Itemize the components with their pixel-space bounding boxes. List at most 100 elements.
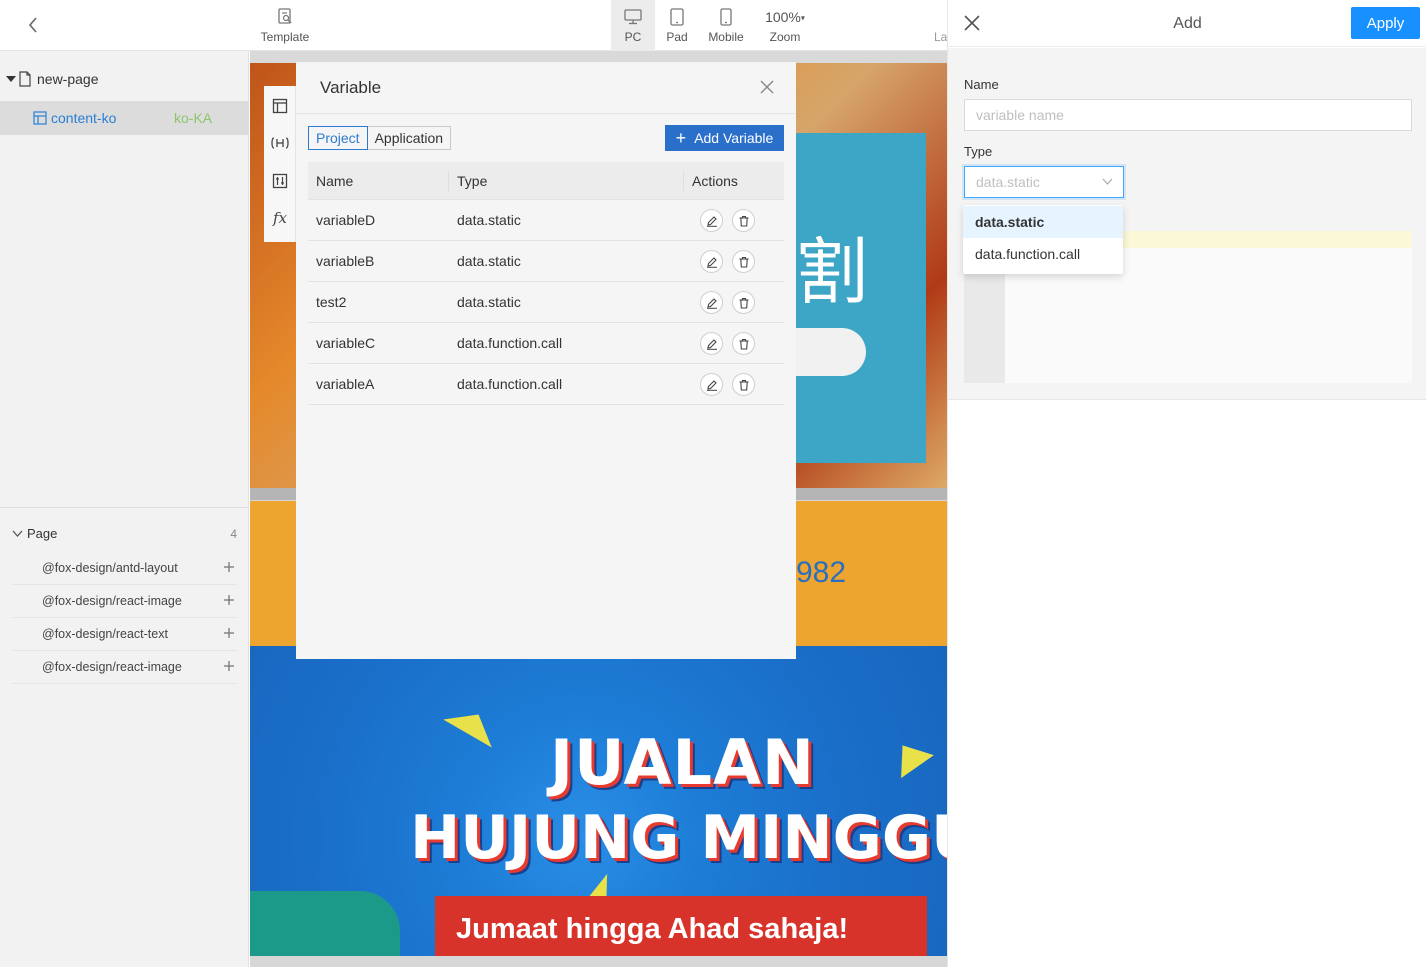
pad-label: Pad xyxy=(666,30,688,44)
scope-tabs: Project Application xyxy=(308,126,452,150)
tree-node-content-ko[interactable]: content-ko ko-KA xyxy=(0,101,249,135)
add-variable-button[interactable]: + Add Variable xyxy=(665,125,784,151)
variable-modal: Variable Project Application + Add Varia… xyxy=(296,62,796,659)
column-header-type: Type xyxy=(457,172,488,189)
layout-icon xyxy=(272,98,288,114)
name-field-label: Name xyxy=(964,77,999,92)
variable-table: Name Type Actions variableD data.static … xyxy=(308,162,784,405)
library-item[interactable]: @fox-design/react-image xyxy=(12,585,237,618)
template-label: Template xyxy=(260,30,310,44)
plus-icon[interactable] xyxy=(223,660,235,672)
variable-tool-button[interactable] xyxy=(268,131,292,155)
table-header-row: Name Type Actions xyxy=(308,162,784,200)
side-tool-strip: fx xyxy=(264,86,296,242)
close-icon[interactable] xyxy=(963,14,981,32)
plus-icon[interactable] xyxy=(223,627,235,639)
canvas-bottom-scrollbar[interactable] xyxy=(250,956,947,967)
apply-button[interactable]: Apply xyxy=(1351,7,1420,39)
variable-modal-title: Variable xyxy=(320,77,382,97)
chevron-down-icon xyxy=(12,530,23,537)
device-mobile-button[interactable]: Mobile xyxy=(702,0,750,51)
tablet-icon xyxy=(670,7,684,27)
variable-name-input[interactable] xyxy=(964,99,1412,131)
drawer-header: Add Apply xyxy=(948,0,1426,47)
settings-tool-button[interactable] xyxy=(268,169,292,193)
device-pad-button[interactable]: Pad xyxy=(656,0,698,51)
pencil-icon xyxy=(706,297,717,309)
table-row: variableD data.static xyxy=(308,200,784,241)
column-header-actions: Actions xyxy=(692,172,738,189)
library-section-label: Page xyxy=(27,526,58,541)
trash-icon xyxy=(739,338,748,350)
variable-name-cell: variableD xyxy=(316,212,376,228)
delete-button[interactable] xyxy=(732,209,755,232)
chevron-down-icon xyxy=(1102,178,1113,185)
caret-down-icon xyxy=(6,76,16,82)
close-icon[interactable] xyxy=(758,78,776,96)
tab-application[interactable]: Application xyxy=(367,126,452,150)
template-button[interactable]: Template xyxy=(250,0,320,51)
delete-button[interactable] xyxy=(732,250,755,273)
plus-icon[interactable] xyxy=(223,561,235,573)
library-item[interactable]: @fox-design/react-image xyxy=(12,651,237,684)
locale-badge: ko-KA xyxy=(174,110,213,126)
variable-name-cell: test2 xyxy=(316,294,347,310)
type-dropdown-menu: data.static data.function.call xyxy=(963,205,1123,274)
type-select[interactable]: data.static xyxy=(964,166,1124,198)
layout-tool-button[interactable] xyxy=(268,94,292,118)
pencil-icon xyxy=(706,338,717,350)
edit-button[interactable] xyxy=(700,291,723,314)
table-row: variableC data.function.call xyxy=(308,323,784,364)
plus-icon[interactable] xyxy=(223,594,235,606)
edit-button[interactable] xyxy=(700,332,723,355)
zoom-label: Zoom xyxy=(769,30,801,44)
function-tool-button[interactable]: fx xyxy=(268,206,292,230)
edit-button[interactable] xyxy=(700,250,723,273)
library-item-label: @fox-design/react-text xyxy=(42,627,168,641)
column-header-name: Name xyxy=(316,172,354,189)
delete-button[interactable] xyxy=(732,373,755,396)
monitor-icon xyxy=(624,7,642,27)
library-item[interactable]: @fox-design/antd-layout xyxy=(12,552,237,585)
toolbar-truncated-label: La xyxy=(934,30,948,44)
tree-node-new-page[interactable]: new-page xyxy=(6,71,99,87)
page-tree-panel: new-page content-ko ko-KA xyxy=(0,51,249,507)
type-field-label: Type xyxy=(964,144,993,159)
tab-project[interactable]: Project xyxy=(308,126,368,150)
type-select-value: data.static xyxy=(976,174,1040,190)
template-icon xyxy=(277,7,293,27)
type-option-data-static[interactable]: data.static xyxy=(963,206,1123,238)
table-row: test2 data.static xyxy=(308,282,784,323)
variable-name-cell: variableC xyxy=(316,335,376,351)
hero-cta-pill xyxy=(796,328,866,376)
trash-icon xyxy=(739,379,748,391)
edit-button[interactable] xyxy=(700,373,723,396)
sliders-icon xyxy=(272,173,288,189)
file-icon xyxy=(19,71,31,87)
library-section-header[interactable]: Page 4 xyxy=(12,526,237,541)
library-item-label: @fox-design/antd-layout xyxy=(42,561,178,575)
tree-root-label: new-page xyxy=(37,71,99,87)
add-variable-label: Add Variable xyxy=(694,130,774,146)
add-variable-drawer: Add Apply Name Type data.static xyxy=(947,0,1426,967)
table-row: variableB data.static xyxy=(308,241,784,282)
chevron-left-icon xyxy=(28,17,37,33)
type-option-data-function-call[interactable]: data.function.call xyxy=(963,238,1123,270)
variable-type-cell: data.static xyxy=(457,294,521,310)
back-button[interactable] xyxy=(22,14,44,36)
pc-label: PC xyxy=(624,30,642,44)
edit-button[interactable] xyxy=(700,209,723,232)
promo-subtitle: HUJUNG MINGGU xyxy=(410,803,947,873)
pencil-icon xyxy=(706,215,717,227)
variable-type-cell: data.static xyxy=(457,212,521,228)
pencil-icon xyxy=(706,379,717,391)
library-item[interactable]: @fox-design/react-text xyxy=(12,618,237,651)
promo-tagline: Jumaat hingga Ahad sahaja! xyxy=(456,913,849,945)
variable-icon xyxy=(271,137,289,149)
promo-title: JUALAN xyxy=(550,726,815,799)
delete-button[interactable] xyxy=(732,291,755,314)
zoom-dropdown[interactable]: 100%▾ Zoom xyxy=(758,0,812,51)
mobile-icon xyxy=(720,7,732,27)
device-pc-button[interactable]: PC xyxy=(611,0,655,51)
delete-button[interactable] xyxy=(732,332,755,355)
